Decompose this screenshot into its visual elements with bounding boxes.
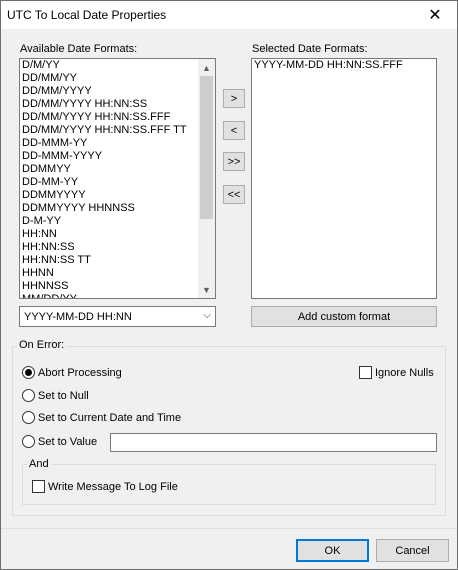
- available-format-item[interactable]: DD/MM/YYYY HH:NN:SS.FFF: [20, 111, 215, 124]
- add-custom-format-button[interactable]: Add custom format: [251, 306, 437, 327]
- set-to-current-date-radio[interactable]: [22, 411, 35, 424]
- close-button[interactable]: ✕: [413, 1, 457, 29]
- set-to-null-radio[interactable]: [22, 389, 35, 402]
- abort-processing-radio[interactable]: [22, 366, 35, 379]
- set-to-null-label[interactable]: Set to Null: [38, 390, 89, 402]
- date-format-combo-value: YYYY-MM-DD HH:NN: [24, 311, 132, 323]
- available-format-item[interactable]: D-M-YY: [20, 215, 215, 228]
- available-format-item[interactable]: HHNNSS: [20, 280, 215, 293]
- move-all-right-button[interactable]: >>: [223, 152, 245, 171]
- chevron-down-icon[interactable]: ⌵: [203, 310, 211, 321]
- move-right-button[interactable]: >: [223, 89, 245, 108]
- available-format-item[interactable]: DD/MM/YYYY: [20, 85, 215, 98]
- footer-separator: [1, 528, 457, 529]
- write-log-label[interactable]: Write Message To Log File: [48, 481, 178, 493]
- scroll-down-arrow-icon[interactable]: ▼: [198, 281, 215, 298]
- and-group-label: And: [27, 458, 51, 470]
- available-format-item[interactable]: DD-MMM-YYYY: [20, 150, 215, 163]
- set-to-value-input[interactable]: [110, 433, 437, 452]
- available-format-item[interactable]: DDMMYYYY HHNNSS: [20, 202, 215, 215]
- set-to-current-date-label[interactable]: Set to Current Date and Time: [38, 412, 181, 424]
- available-format-item[interactable]: HH:NN: [20, 228, 215, 241]
- available-format-item[interactable]: DD/MM/YY: [20, 72, 215, 85]
- move-all-left-button[interactable]: <<: [223, 185, 245, 204]
- scroll-up-arrow-icon[interactable]: ▲: [198, 59, 215, 76]
- window-title: UTC To Local Date Properties: [7, 8, 167, 22]
- available-format-item[interactable]: DDMMYY: [20, 163, 215, 176]
- ignore-nulls-checkbox[interactable]: [359, 366, 372, 379]
- dialog-window: UTC To Local Date Properties ✕ Available…: [0, 0, 458, 570]
- available-formats-label: Available Date Formats:: [20, 43, 138, 55]
- available-format-item[interactable]: HHNN: [20, 267, 215, 280]
- write-log-checkbox[interactable]: [32, 480, 45, 493]
- move-left-button[interactable]: <: [223, 121, 245, 140]
- date-format-combo[interactable]: YYYY-MM-DD HH:NN ⌵: [19, 306, 216, 327]
- available-format-item[interactable]: DD/MM/YYYY HH:NN:SS: [20, 98, 215, 111]
- available-format-item[interactable]: DD/MM/YYYY HH:NN:SS.FFF TT: [20, 124, 215, 137]
- selected-formats-items: YYYY-MM-DD HH:NN:SS.FFF: [252, 59, 436, 72]
- available-format-item[interactable]: HH:NN:SS TT: [20, 254, 215, 267]
- abort-processing-label[interactable]: Abort Processing: [38, 367, 122, 379]
- available-list-scrollbar[interactable]: ▲ ▼: [198, 59, 215, 298]
- available-format-item[interactable]: DDMMYYYY: [20, 189, 215, 202]
- available-formats-list[interactable]: D/M/YY DD/MM/YY DD/MM/YYYY DD/MM/YYYY HH:NN…: [19, 58, 216, 299]
- scroll-thumb[interactable]: [200, 76, 213, 219]
- available-format-item[interactable]: D/M/YY: [20, 59, 215, 72]
- available-formats-items: D/M/YY DD/MM/YY DD/MM/YYYY DD/MM/YYYY HH:NN…: [20, 59, 215, 298]
- available-format-item[interactable]: DD-MMM-YY: [20, 137, 215, 150]
- close-icon: ✕: [428, 7, 442, 24]
- available-format-item[interactable]: HH:NN:SS: [20, 241, 215, 254]
- on-error-label: On Error:: [17, 339, 67, 351]
- title-bar: UTC To Local Date Properties ✕: [1, 1, 457, 29]
- available-format-item[interactable]: DD-MM-YY: [20, 176, 215, 189]
- set-to-value-radio[interactable]: [22, 435, 35, 448]
- selected-format-item[interactable]: YYYY-MM-DD HH:NN:SS.FFF: [252, 59, 436, 72]
- ok-button[interactable]: OK: [296, 539, 369, 562]
- available-format-item[interactable]: MM/DD/YY: [20, 293, 215, 298]
- selected-formats-list[interactable]: YYYY-MM-DD HH:NN:SS.FFF: [251, 58, 437, 299]
- set-to-value-label[interactable]: Set to Value: [38, 436, 97, 448]
- selected-formats-label: Selected Date Formats:: [252, 43, 368, 55]
- ignore-nulls-label[interactable]: Ignore Nulls: [375, 367, 434, 379]
- cancel-button[interactable]: Cancel: [376, 539, 449, 562]
